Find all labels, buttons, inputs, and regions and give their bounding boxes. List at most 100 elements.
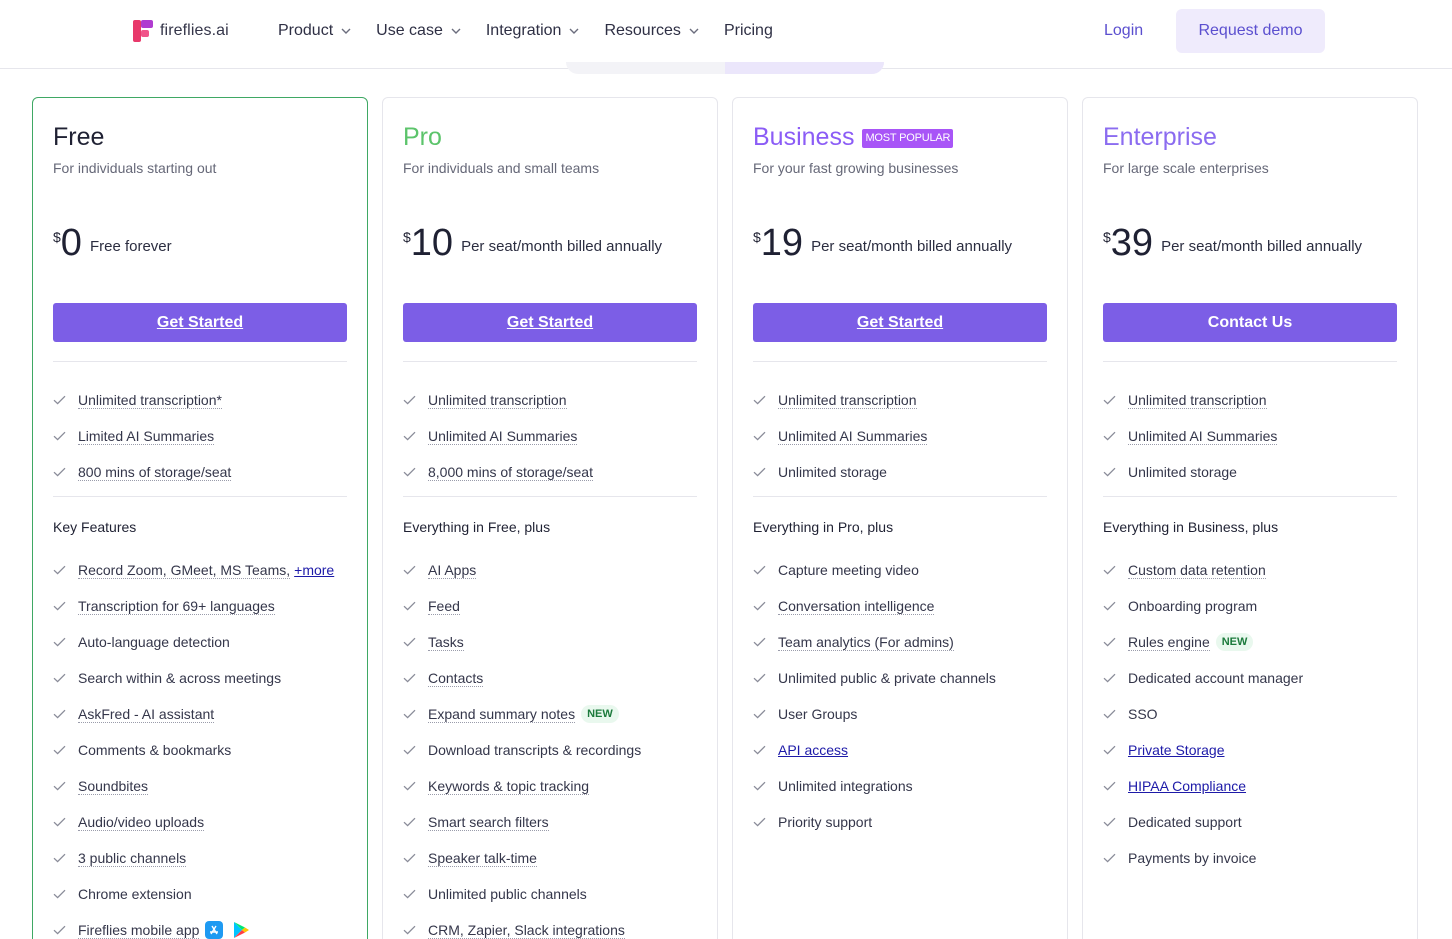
list-item: Unlimited AI Summaries bbox=[753, 418, 1047, 454]
google-play-icon[interactable] bbox=[232, 921, 250, 939]
list-item: Payments by invoice bbox=[1103, 840, 1397, 876]
feature-text[interactable]: Tasks bbox=[428, 634, 464, 651]
feature-text[interactable]: AI Apps bbox=[428, 562, 477, 579]
nav-pricing[interactable]: Pricing bbox=[724, 22, 773, 40]
check-icon bbox=[53, 817, 66, 827]
feature-text[interactable]: Team analytics (For admins) bbox=[778, 634, 954, 651]
price-note: Per seat/month billed annually bbox=[461, 238, 663, 255]
nav-resources[interactable]: Resources bbox=[604, 22, 699, 40]
feature-text[interactable]: Unlimited AI Summaries bbox=[428, 428, 578, 445]
feature-text[interactable]: Keywords & topic tracking bbox=[428, 778, 590, 795]
fireflies-logo-icon bbox=[133, 20, 153, 42]
section-title: Everything in Pro, plus bbox=[753, 519, 894, 535]
basic-features-list: Unlimited transcription Unlimited AI Summ… bbox=[753, 382, 1047, 490]
feature-text: Unlimited integrations bbox=[778, 778, 913, 794]
feature-text[interactable]: Fireflies mobile app bbox=[78, 922, 200, 939]
feature-text[interactable]: Contacts bbox=[428, 670, 484, 687]
get-started-button[interactable]: Get Started bbox=[53, 303, 347, 342]
feature-text[interactable]: Limited AI Summaries bbox=[78, 428, 215, 445]
more-link[interactable]: +more bbox=[294, 562, 334, 578]
price-amount: 19 bbox=[760, 222, 804, 264]
check-icon bbox=[753, 637, 766, 647]
check-icon bbox=[403, 853, 416, 863]
feature-link[interactable]: Private Storage bbox=[1128, 742, 1225, 758]
nav-product[interactable]: Product bbox=[278, 22, 352, 40]
list-item: Contacts bbox=[403, 660, 697, 696]
list-item: Private Storage bbox=[1103, 732, 1397, 768]
list-item: API access bbox=[753, 732, 1047, 768]
feature-text[interactable]: 8,000 mins of storage/seat bbox=[428, 464, 593, 481]
feature-text[interactable]: Unlimited transcription* bbox=[78, 392, 222, 409]
feature-text[interactable]: CRM, Zapier, Slack integrations bbox=[428, 922, 625, 939]
feature-text[interactable]: Soundbites bbox=[78, 778, 149, 795]
section-title: Everything in Business, plus bbox=[1103, 519, 1279, 535]
check-icon bbox=[1103, 817, 1116, 827]
feature-text[interactable]: AskFred - AI assistant bbox=[78, 706, 215, 723]
list-item: Dedicated support bbox=[1103, 804, 1397, 840]
check-icon bbox=[753, 431, 766, 441]
list-item: Custom data retention bbox=[1103, 552, 1397, 588]
check-icon bbox=[1103, 601, 1116, 611]
check-icon bbox=[753, 745, 766, 755]
list-item: Comments & bookmarks bbox=[53, 732, 347, 768]
features-list: Custom data retention Onboarding program R… bbox=[1103, 552, 1397, 876]
feature-text: Capture meeting video bbox=[778, 562, 919, 578]
feature-text[interactable]: Rules engine bbox=[1128, 634, 1210, 651]
get-started-button[interactable]: Get Started bbox=[753, 303, 1047, 342]
feature-text[interactable]: Unlimited transcription bbox=[778, 392, 917, 409]
check-icon bbox=[403, 673, 416, 683]
list-item: Unlimited transcription* bbox=[53, 382, 347, 418]
nav-use-case[interactable]: Use case bbox=[376, 22, 462, 40]
feature-text[interactable]: Audio/video uploads bbox=[78, 814, 205, 831]
feature-text[interactable]: Record Zoom, GMeet, MS Teams, bbox=[78, 562, 291, 579]
brand-name: fireflies.ai bbox=[160, 22, 229, 39]
list-item: 8,000 mins of storage/seat bbox=[403, 454, 697, 490]
feature-text: Payments by invoice bbox=[1128, 850, 1257, 866]
app-store-icon[interactable] bbox=[205, 921, 224, 939]
feature-text: Search within & across meetings bbox=[78, 670, 282, 686]
feature-text[interactable]: Unlimited transcription bbox=[428, 392, 567, 409]
feature-text[interactable]: 800 mins of storage/seat bbox=[78, 464, 232, 481]
feature-text[interactable]: Transcription for 69+ languages bbox=[78, 598, 275, 615]
request-demo-button[interactable]: Request demo bbox=[1176, 9, 1325, 53]
billing-toggle-active bbox=[725, 62, 884, 74]
nav-pricing-label: Pricing bbox=[723, 22, 773, 39]
check-icon bbox=[53, 745, 66, 755]
list-item: Unlimited AI Summaries bbox=[403, 418, 697, 454]
list-item: Record Zoom, GMeet, MS Teams, +more bbox=[53, 552, 347, 588]
brand-logo[interactable]: fireflies.ai bbox=[133, 20, 229, 42]
feature-link[interactable]: API access bbox=[778, 742, 848, 758]
feature-text[interactable]: 3 public channels bbox=[78, 850, 187, 867]
feature-text[interactable]: Unlimited AI Summaries bbox=[1128, 428, 1278, 445]
list-item: CRM, Zapier, Slack integrations bbox=[403, 912, 697, 939]
feature-text[interactable]: Unlimited transcription bbox=[1128, 392, 1267, 409]
feature-text[interactable]: Custom data retention bbox=[1128, 562, 1266, 579]
feature-text[interactable]: Speaker talk-time bbox=[428, 850, 537, 867]
check-icon bbox=[1103, 395, 1116, 405]
feature-text: Dedicated account manager bbox=[1128, 670, 1304, 686]
check-icon bbox=[753, 601, 766, 611]
contact-us-button[interactable]: Contact Us bbox=[1103, 303, 1397, 342]
check-icon bbox=[53, 601, 66, 611]
list-item: Capture meeting video bbox=[753, 552, 1047, 588]
feature-text[interactable]: Unlimited AI Summaries bbox=[778, 428, 928, 445]
feature-text: User Groups bbox=[778, 706, 858, 722]
list-item: Transcription for 69+ languages bbox=[53, 588, 347, 624]
feature-text[interactable]: Smart search filters bbox=[428, 814, 549, 831]
list-item: Smart search filters bbox=[403, 804, 697, 840]
price-amount: 10 bbox=[410, 222, 454, 264]
get-started-button[interactable]: Get Started bbox=[403, 303, 697, 342]
plan-name: Free bbox=[53, 122, 104, 152]
feature-text[interactable]: Expand summary notes bbox=[428, 706, 576, 723]
nav-integration[interactable]: Integration bbox=[486, 22, 581, 40]
login-link[interactable]: Login bbox=[1104, 20, 1143, 42]
list-item: Keywords & topic tracking bbox=[403, 768, 697, 804]
feature-text[interactable]: Feed bbox=[428, 598, 460, 615]
billing-toggle[interactable] bbox=[566, 62, 884, 74]
divider bbox=[53, 361, 347, 362]
feature-link[interactable]: HIPAA Compliance bbox=[1128, 778, 1246, 794]
feature-text[interactable]: Conversation intelligence bbox=[778, 598, 935, 615]
plan-name-text: Business bbox=[753, 123, 855, 151]
plan-price: $19 Per seat/month billed annually bbox=[753, 221, 1012, 265]
plan-name: Pro bbox=[403, 122, 442, 152]
